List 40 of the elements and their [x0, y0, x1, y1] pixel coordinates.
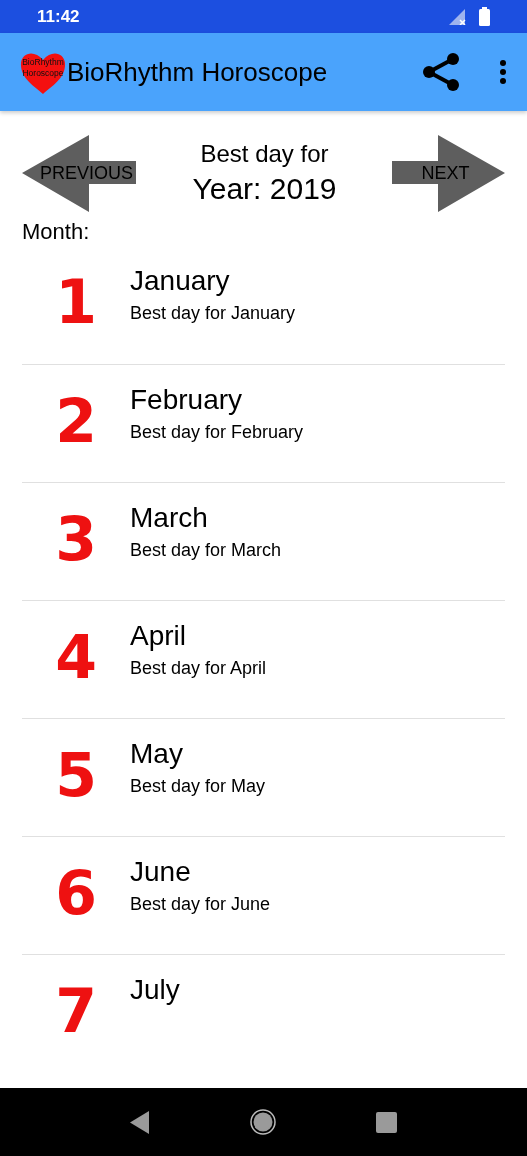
month-subtitle: Best day for February	[130, 421, 304, 444]
month-name: April	[130, 619, 187, 653]
year-label: Year: 2019	[192, 170, 337, 207]
share-icon[interactable]	[423, 53, 459, 91]
month-row[interactable]: 1 January Best day for January	[22, 246, 505, 364]
month-number: 7	[54, 981, 98, 1041]
month-name: March	[130, 501, 209, 535]
month-subtitle: Best day for May	[130, 775, 266, 798]
month-number: 5	[54, 745, 98, 805]
month-number: 4	[54, 627, 98, 687]
month-number: 2	[54, 391, 98, 451]
month-subtitle: Best day for April	[130, 657, 267, 680]
month-name: January	[130, 264, 231, 298]
month-number: 1	[54, 272, 98, 332]
month-name: May	[130, 737, 184, 771]
month-number: 6	[54, 863, 98, 923]
month-row[interactable]: 5 May Best day for May	[22, 718, 505, 836]
month-row[interactable]: 7 July	[22, 954, 505, 1072]
clock: 11:42	[37, 5, 80, 28]
month-subtitle: Best day for June	[130, 893, 271, 916]
heart-logo: BioRhythm Horoscope	[20, 50, 66, 94]
home-icon[interactable]	[250, 1109, 276, 1135]
month-row[interactable]: 4 April Best day for April	[22, 600, 505, 718]
month-name: June	[130, 855, 192, 889]
recents-icon[interactable]	[376, 1111, 397, 1133]
month-subtitle: Best day for March	[130, 539, 282, 562]
back-icon[interactable]	[130, 1110, 150, 1134]
month-row[interactable]: 3 March Best day for March	[22, 482, 505, 600]
app-title: BioRhythm Horoscope	[67, 55, 329, 89]
month-name: February	[130, 383, 244, 417]
battery-icon	[479, 7, 490, 26]
month-row[interactable]: 2 February Best day for February	[22, 364, 505, 482]
month-name: July	[130, 973, 180, 1007]
heading: Best day for	[200, 138, 329, 169]
signal-icon	[449, 8, 467, 25]
month-label: Month:	[21, 218, 91, 246]
month-subtitle: Best day for January	[130, 302, 296, 325]
month-row[interactable]: 6 June Best day for June	[22, 836, 505, 954]
more-icon[interactable]	[499, 59, 507, 85]
month-number: 3	[54, 509, 98, 569]
